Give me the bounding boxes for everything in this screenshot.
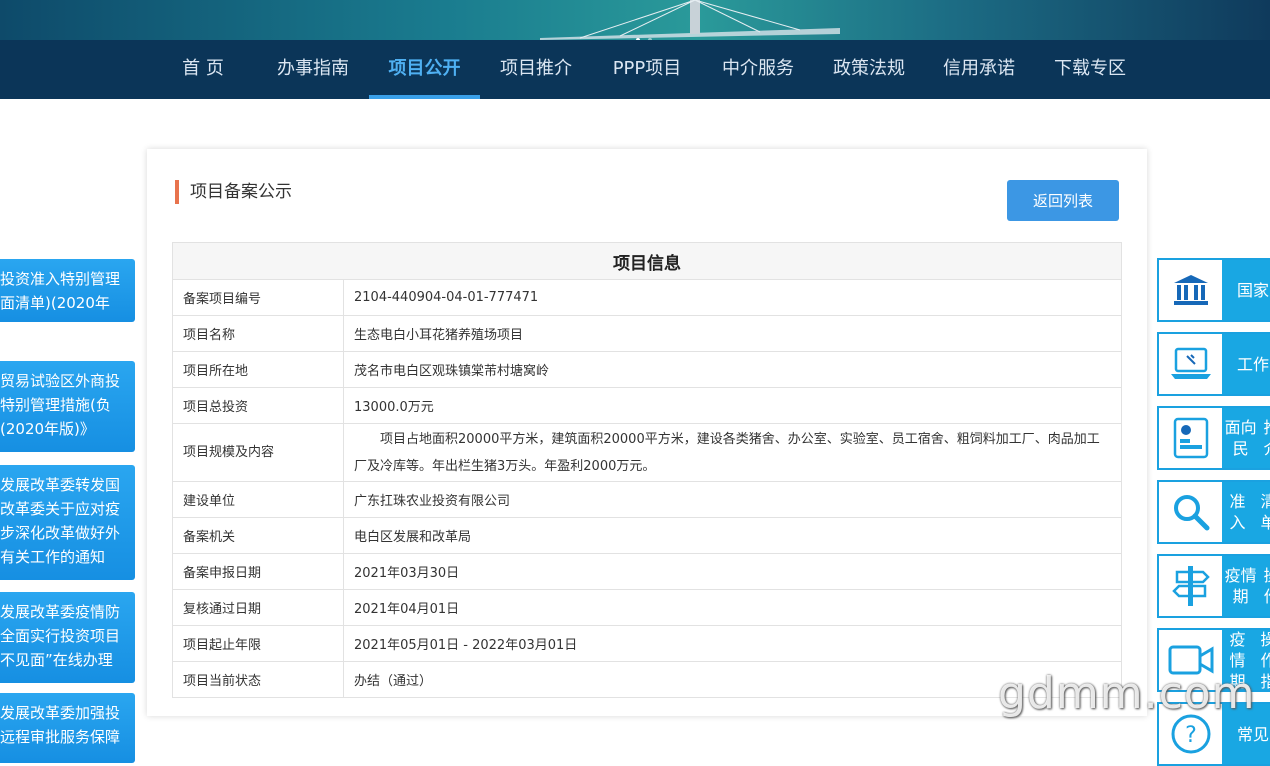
banner-line: 贸易试验区外商投 (0, 372, 121, 390)
row-label: 项目总投资 (172, 387, 344, 424)
side-label-line: 操作 (1259, 565, 1270, 607)
table-row: 项目当前状态 办结（通过） (172, 661, 1122, 698)
row-value: 2021年04月01日 (343, 589, 1122, 626)
nav-project-public[interactable]: 项目公开 (369, 40, 480, 99)
side-label-line: 疫情期 (1224, 566, 1257, 606)
side-item-label: 国家 (1222, 260, 1270, 320)
table-row: 备案机关 电白区发展和改革局 (172, 517, 1122, 554)
side-label-line: 面向民 (1224, 418, 1257, 458)
side-item-label: 面向民推介 (1222, 408, 1270, 468)
nav-agency[interactable]: 中介服务 (715, 40, 801, 99)
bridge-image (540, 0, 840, 40)
magnifier-icon (1159, 482, 1222, 542)
row-label: 项目所在地 (172, 351, 344, 388)
row-value: 生态电白小耳花猪养殖场项目 (343, 315, 1122, 352)
row-label: 备案机关 (172, 517, 344, 554)
banner-line: 远程审批服务保障 (0, 728, 121, 746)
table-row: 项目规模及内容 项目占地面积20000平方米，建筑面积20000平方米，建设各类猪… (172, 423, 1122, 482)
banner-line: 投资准入特别管理 (0, 270, 121, 288)
nav-download[interactable]: 下载专区 (1047, 40, 1133, 99)
side-item-epidemic-operation[interactable]: 疫情期操作 (1157, 554, 1270, 618)
row-value: 广东扛珠农业投资有限公司 (343, 481, 1122, 518)
row-value: 13000.0万元 (343, 387, 1122, 424)
side-item-work[interactable]: 工作 (1157, 332, 1270, 396)
banner-line: 发展改革委转发国 (0, 476, 121, 494)
row-label: 建设单位 (172, 481, 344, 518)
project-info-table: 项目信息 备案项目编号 2104-440904-04-01-777471 项目名称… (172, 242, 1122, 698)
left-banner-4[interactable]: 发展改革委疫情防 全面实行投资项目 不见面”在线办理 (0, 592, 135, 683)
signpost-icon (1159, 556, 1222, 616)
side-item-label: 准入 清单 (1222, 482, 1270, 542)
banner-line: 发展改革委加强投 (0, 704, 121, 722)
content-card: 项目备案公示 返回列表 项目信息 备案项目编号 2104-440904-04-01… (147, 149, 1147, 716)
side-item-label: 疫情期操作 (1222, 556, 1270, 616)
banner-line: 改革委关于应对疫 (0, 500, 121, 518)
banner-line: 特别管理措施(负 (0, 396, 111, 414)
row-value: 2021年03月30日 (343, 553, 1122, 590)
table-row: 项目名称 生态电白小耳花猪养殖场项目 (172, 315, 1122, 352)
nav-guide[interactable]: 办事指南 (270, 40, 356, 99)
side-label-line: 清单 (1260, 492, 1270, 532)
banner-line: 有关工作的通知 (0, 548, 106, 566)
side-label-line: 准入 (1229, 492, 1246, 532)
document-chart-icon (1159, 408, 1222, 468)
banner-line: 发展改革委疫情防 (0, 603, 121, 621)
row-value: 茂名市电白区观珠镇棠芾村塘窝岭 (343, 351, 1122, 388)
side-item-access-list[interactable]: 准入 清单 (1157, 480, 1270, 544)
row-value: 2104-440904-04-01-777471 (343, 279, 1122, 316)
left-banner-3[interactable]: 发展改革委转发国 改革委关于应对疫 步深化改革做好外 有关工作的通知 (0, 465, 135, 580)
banner-line: 步深化改革做好外 (0, 524, 121, 542)
side-item-promotion[interactable]: 面向民推介 (1157, 406, 1270, 470)
nav-ppp[interactable]: PPP项目 (604, 40, 690, 99)
banner-line: (2020年版)》 (0, 420, 95, 438)
banner-line: 不见面”在线办理 (0, 651, 113, 669)
row-label: 项目当前状态 (172, 661, 344, 698)
svg-text:?: ? (1185, 723, 1197, 748)
main-nav: 首 页 办事指南 项目公开 项目推介 PPP项目 中介服务 政策法规 信用承诺 … (0, 40, 1270, 99)
left-banner-2[interactable]: 贸易试验区外商投 特别管理措施(负 (2020年版)》 (0, 361, 135, 452)
nav-credit[interactable]: 信用承诺 (936, 40, 1022, 99)
nav-home[interactable]: 首 页 (170, 40, 236, 99)
row-label: 复核通过日期 (172, 589, 344, 626)
side-item-label: 工作 (1222, 334, 1270, 394)
table-row: 项目总投资 13000.0万元 (172, 387, 1122, 424)
laptop-icon (1159, 334, 1222, 394)
watermark: gdmm.com (998, 668, 1256, 719)
row-label: 项目规模及内容 (172, 423, 344, 482)
nav-project-promotion[interactable]: 项目推介 (493, 40, 579, 99)
row-label: 备案申报日期 (172, 553, 344, 590)
side-label-line: 推介 (1259, 417, 1270, 459)
bank-building-icon (1159, 260, 1222, 320)
table-row: 项目所在地 茂名市电白区观珠镇棠芾村塘窝岭 (172, 351, 1122, 388)
table-row: 复核通过日期 2021年04月01日 (172, 589, 1122, 626)
banner-line: 面清单)(2020年 (0, 294, 110, 312)
side-item-national[interactable]: 国家 (1157, 258, 1270, 322)
table-header: 项目信息 (172, 242, 1122, 280)
table-row: 备案申报日期 2021年03月30日 (172, 553, 1122, 590)
table-row: 建设单位 广东扛珠农业投资有限公司 (172, 481, 1122, 518)
row-label: 项目起止年限 (172, 625, 344, 662)
row-value: 电白区发展和改革局 (343, 517, 1122, 554)
row-label: 备案项目编号 (172, 279, 344, 316)
banner-line: 全面实行投资项目 (0, 627, 121, 645)
table-row: 备案项目编号 2104-440904-04-01-777471 (172, 279, 1122, 316)
nav-policy[interactable]: 政策法规 (826, 40, 912, 99)
table-row: 项目起止年限 2021年05月01日 - 2022年03月01日 (172, 625, 1122, 662)
back-to-list-button[interactable]: 返回列表 (1007, 180, 1119, 221)
row-value: 项目占地面积20000平方米，建筑面积20000平方米，建设各类猪舍、办公室、实… (343, 423, 1122, 482)
left-banner-1[interactable]: 投资准入特别管理 面清单)(2020年 (0, 259, 135, 322)
row-label: 项目名称 (172, 315, 344, 352)
row-value: 2021年05月01日 - 2022年03月01日 (343, 625, 1122, 662)
section-title: 项目备案公示 (175, 180, 292, 204)
hero-banner (0, 0, 1270, 40)
